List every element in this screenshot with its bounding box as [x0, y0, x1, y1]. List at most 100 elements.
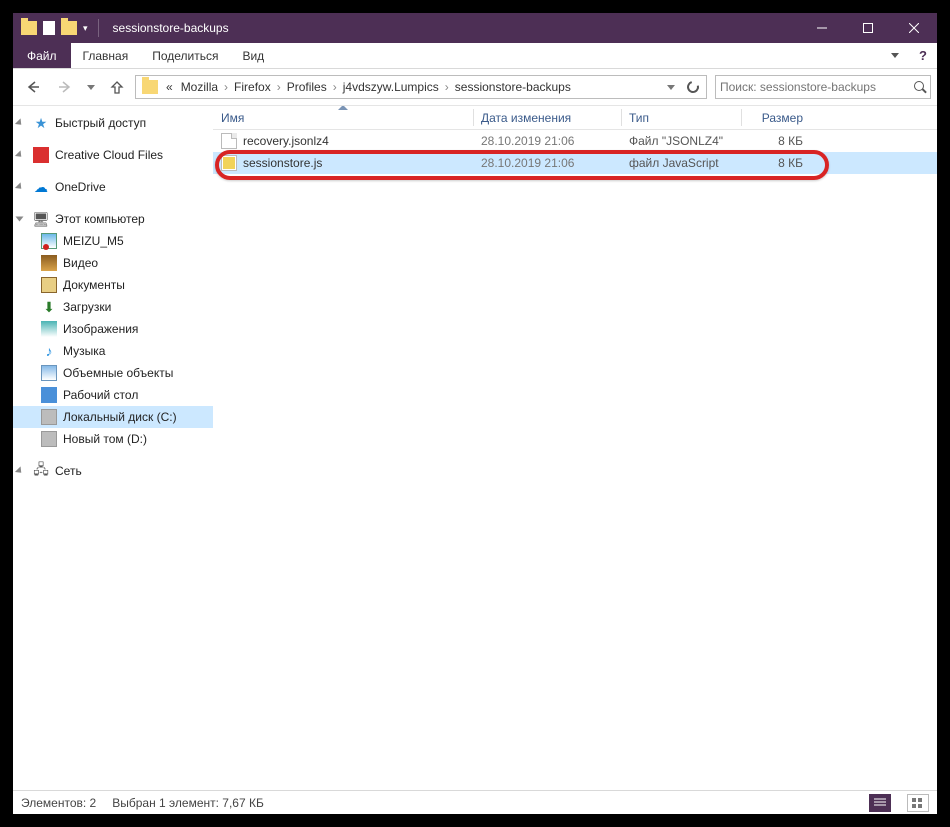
status-selection: Выбран 1 элемент: 7,67 КБ [112, 796, 264, 810]
sidebar-this-pc[interactable]: 🖥 Этот компьютер [13, 208, 213, 230]
qat-overflow[interactable]: ▾ [83, 23, 88, 34]
video-icon [41, 255, 57, 271]
sort-asc-icon [338, 105, 348, 110]
column-size[interactable]: Размер [741, 106, 813, 129]
sidebar-label: Видео [63, 256, 98, 270]
maximize-icon [863, 23, 873, 33]
column-size-label: Размер [762, 111, 803, 125]
ribbon-collapse-button[interactable] [881, 43, 909, 68]
sidebar-label: Этот компьютер [55, 212, 145, 226]
crumb-separator[interactable]: › [443, 80, 451, 94]
up-button[interactable] [103, 73, 131, 101]
columns-header: Имя Дата изменения Тип Размер [213, 106, 937, 130]
disk-icon [41, 409, 57, 425]
window-title: sessionstore-backups [113, 21, 229, 35]
crumb-profiles[interactable]: Profiles [283, 80, 331, 94]
sidebar-label: Рабочий стол [63, 388, 138, 402]
pc-icon: 🖥 [33, 211, 49, 227]
app-folder-icon [21, 21, 37, 35]
sidebar-item-video[interactable]: Видео [13, 252, 213, 274]
twist-icon [15, 182, 24, 191]
file-list: Имя Дата изменения Тип Размер recovery.j… [213, 106, 937, 790]
file-tab[interactable]: Файл [13, 43, 71, 68]
column-date-label: Дата изменения [481, 111, 571, 125]
search-box[interactable] [715, 75, 931, 99]
sidebar-quick-access[interactable]: ★ Быстрый доступ [13, 112, 213, 134]
icons-view-icon [912, 798, 924, 808]
refresh-icon [685, 79, 701, 95]
minimize-button[interactable] [799, 13, 845, 43]
crumb-mozilla[interactable]: Mozilla [177, 80, 222, 94]
chevron-down-icon [87, 85, 95, 90]
refresh-button[interactable] [682, 76, 704, 98]
sidebar-item-meizu[interactable]: MEIZU_M5 [13, 230, 213, 252]
address-row: « Mozilla › Firefox › Profiles › j4vdszy… [13, 69, 937, 105]
forward-button[interactable] [51, 73, 79, 101]
crumb-separator[interactable]: › [275, 80, 283, 94]
view-large-icons-button[interactable] [907, 794, 929, 812]
help-button[interactable]: ? [909, 43, 937, 68]
help-icon: ? [919, 48, 927, 63]
sidebar-item-documents[interactable]: Документы [13, 274, 213, 296]
twist-icon [15, 466, 24, 475]
3d-objects-icon [41, 365, 57, 381]
sidebar-creative-cloud[interactable]: Creative Cloud Files [13, 144, 213, 166]
sidebar-label: Объемные объекты [63, 366, 173, 380]
sidebar-label: Creative Cloud Files [55, 148, 163, 162]
search-icon[interactable] [914, 81, 926, 93]
column-type[interactable]: Тип [621, 106, 741, 129]
crumb-current[interactable]: sessionstore-backups [451, 80, 575, 94]
file-row[interactable]: sessionstore.js28.10.2019 21:06файл Java… [213, 152, 937, 174]
sidebar-label: Сеть [55, 464, 82, 478]
file-row[interactable]: recovery.jsonlz428.10.2019 21:06Файл "JS… [213, 130, 937, 152]
tab-home[interactable]: Главная [71, 43, 141, 68]
view-details-button[interactable] [869, 794, 891, 812]
sidebar-item-downloads[interactable]: ⬇ Загрузки [13, 296, 213, 318]
crumb-separator[interactable]: › [331, 80, 339, 94]
file-name: sessionstore.js [243, 156, 322, 170]
back-button[interactable] [19, 73, 47, 101]
sidebar-label: Загрузки [63, 300, 111, 314]
crumb-separator[interactable]: › [222, 80, 230, 94]
sidebar-label: Быстрый доступ [55, 116, 146, 130]
maximize-button[interactable] [845, 13, 891, 43]
address-bar[interactable]: « Mozilla › Firefox › Profiles › j4vdszy… [135, 75, 707, 99]
close-button[interactable] [891, 13, 937, 43]
doc-icon [43, 21, 55, 35]
sidebar-item-pictures[interactable]: Изображения [13, 318, 213, 340]
column-date[interactable]: Дата изменения [473, 106, 621, 129]
file-size: 8 КБ [741, 156, 813, 170]
disk-icon [41, 431, 57, 447]
sidebar-item-music[interactable]: ♪ Музыка [13, 340, 213, 362]
file-icon [221, 155, 237, 171]
crumb-prefix[interactable]: « [162, 80, 177, 94]
minimize-icon [817, 23, 827, 33]
sidebar-label: Документы [63, 278, 125, 292]
up-arrow-icon [109, 79, 125, 95]
file-size: 8 КБ [741, 134, 813, 148]
search-input[interactable] [720, 80, 914, 94]
back-arrow-icon [25, 79, 41, 95]
ribbon: Файл Главная Поделиться Вид ? [13, 43, 937, 69]
details-view-icon [874, 798, 886, 808]
tab-share[interactable]: Поделиться [140, 43, 230, 68]
crumb-profile[interactable]: j4vdszyw.Lumpics [339, 80, 443, 94]
network-icon: 🖧 [33, 463, 49, 479]
sidebar-item-new-volume-d[interactable]: Новый том (D:) [13, 428, 213, 450]
twist-icon [15, 150, 24, 159]
status-dot-icon [43, 244, 49, 250]
navigation-pane[interactable]: ★ Быстрый доступ Creative Cloud Files ☁ … [13, 106, 213, 790]
crumb-firefox[interactable]: Firefox [230, 80, 275, 94]
sidebar-item-desktop[interactable]: Рабочий стол [13, 384, 213, 406]
address-dropdown-button[interactable] [660, 76, 682, 98]
sidebar-network[interactable]: 🖧 Сеть [13, 460, 213, 482]
sidebar-onedrive[interactable]: ☁ OneDrive [13, 176, 213, 198]
titlebar: ▾ sessionstore-backups [13, 13, 937, 43]
window-controls [799, 13, 937, 43]
history-dropdown-button[interactable] [83, 73, 99, 101]
column-name[interactable]: Имя [213, 106, 473, 129]
sidebar-item-3d-objects[interactable]: Объемные объекты [13, 362, 213, 384]
tab-view[interactable]: Вид [230, 43, 276, 68]
explorer-window: ▾ sessionstore-backups Файл Главная Поде… [0, 0, 950, 827]
sidebar-item-local-disk-c[interactable]: Локальный диск (C:) [13, 406, 213, 428]
